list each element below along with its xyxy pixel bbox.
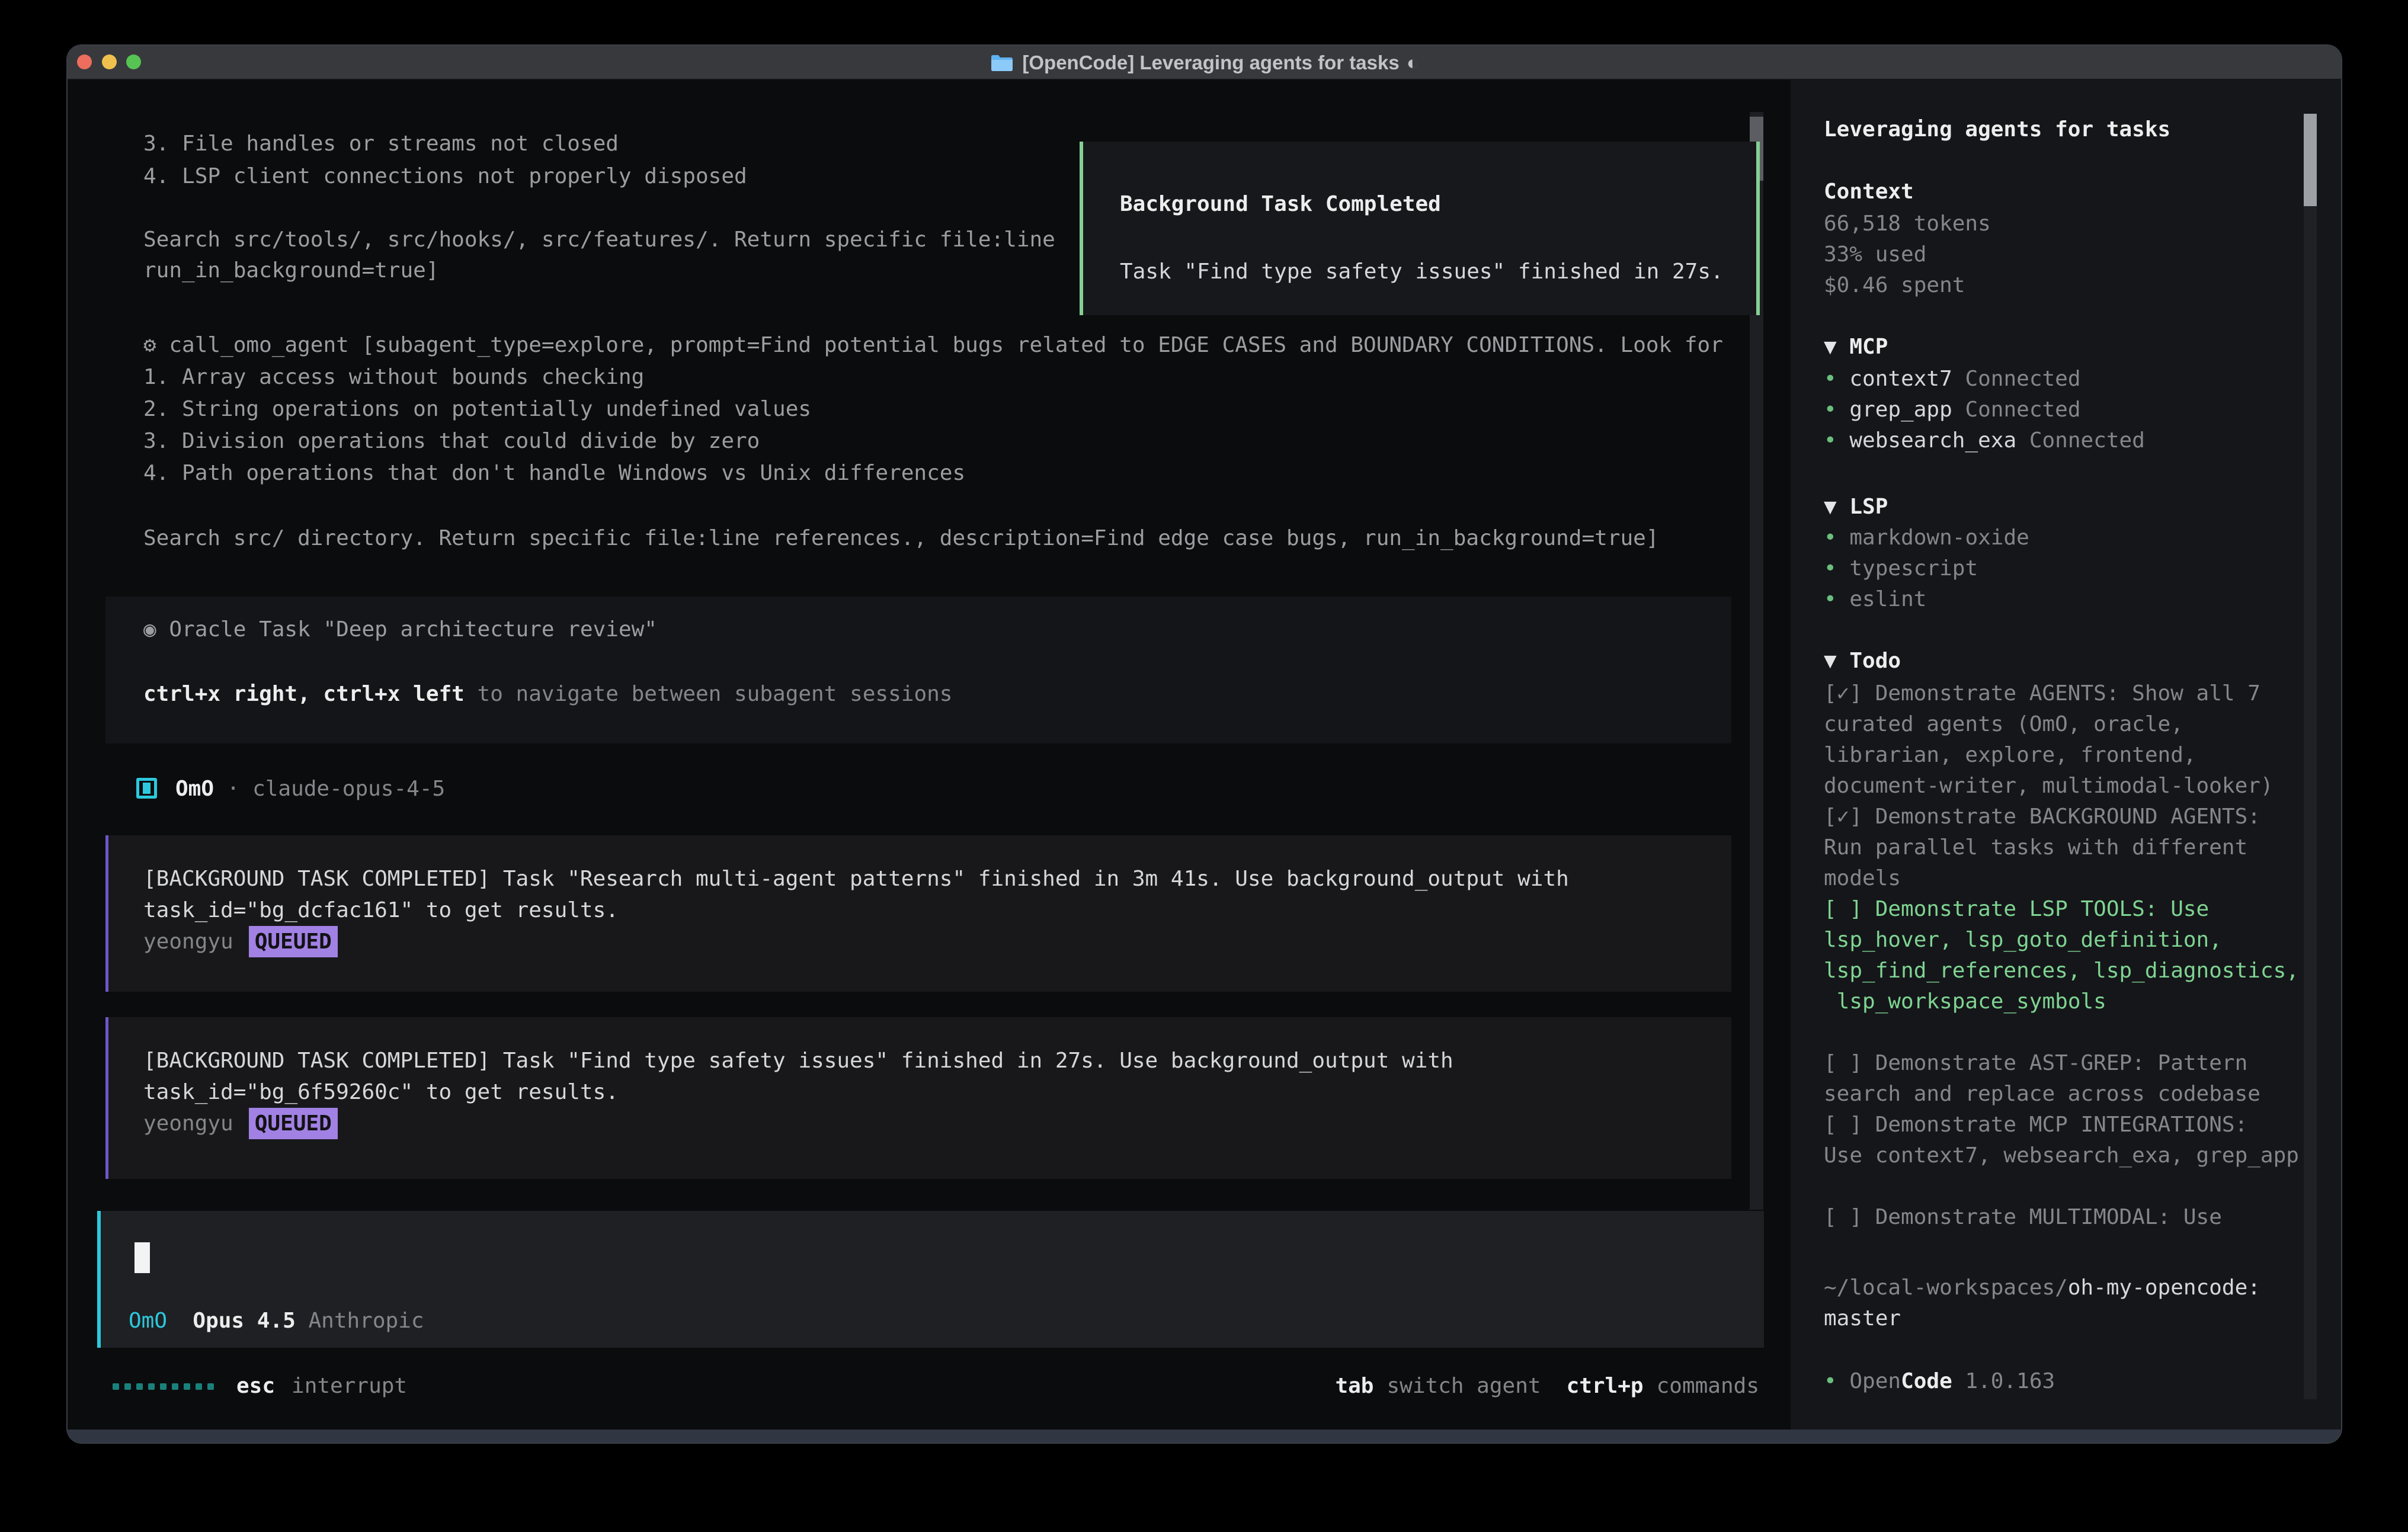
context-tokens: 66,518 tokens [1824,209,2316,239]
background-task-card: [BACKGROUND TASK COMPLETED] Task "Resear… [105,835,1731,992]
toast-notification: Background Task Completed Task "Find typ… [1080,142,1760,315]
mcp-item: • grep_app Connected [1824,395,2316,425]
half-moon-icon: ◐ [1407,52,1418,74]
session-title: Leveraging agents for tasks [1824,114,2316,145]
oracle-task-block: ◉ Oracle Task "Deep architecture review"… [105,597,1731,743]
lsp-item: • typescript [1824,553,2316,584]
agent-row[interactable]: OmO · claude-opus-4-5 [175,774,445,805]
terminal-line: Search src/tools/, src/hooks/, src/featu… [143,225,1055,255]
chevron-down-icon: ▼ [1824,649,1837,673]
bullet-icon: • [1824,587,1837,611]
card-text: [BACKGROUND TASK COMPLETED] Task "Find t… [143,1045,1696,1108]
todo-section-header[interactable]: ▼ Todo [1824,646,2316,677]
context-used: 33% used [1824,239,2316,270]
lsp-item: • markdown-oxide [1824,523,2316,553]
lsp-item: • eslint [1824,584,2316,615]
terminal-line: 2. String operations on potentially unde… [143,394,811,425]
window-title: [OpenCode] Leveraging agents for tasks [1022,52,1399,74]
gear-icon: ⚙ [143,333,156,357]
text-cursor [135,1242,150,1273]
terminal-line: 4. LSP client connections not properly d… [143,161,747,192]
input-model-row: OmO Opus 4.5 Anthropic [129,1306,424,1337]
context-header: Context [1824,177,2316,207]
oracle-task-title: ◉ Oracle Task "Deep architecture review" [143,614,657,645]
terminal-line: Search src/ directory. Return specific f… [143,523,1659,554]
status-badge: QUEUED [249,1108,338,1139]
mcp-section-header[interactable]: ▼ MCP [1824,332,2316,363]
bullet-icon: • [1824,1369,1837,1393]
shortcut-esc: escinterrupt [236,1371,407,1402]
bullet-icon: • [1824,556,1837,581]
status-badge: QUEUED [249,926,338,957]
toast-body: Task "Find type safety issues" finished … [1120,257,1724,287]
app-window: 3. File handles or streams not closed 4.… [66,44,2342,1444]
mcp-item: • context7 Connected [1824,364,2316,395]
background-task-card: [BACKGROUND TASK COMPLETED] Task "Find t… [105,1017,1731,1179]
terminal-line: 3. Division operations that could divide… [143,426,760,457]
chevron-down-icon: ▼ [1824,335,1837,359]
folder-icon [990,53,1014,72]
terminal-line: 3. File handles or streams not closed [143,129,619,159]
shortcut-right-group: tabswitch agentctrl+pcommands [1335,1371,1759,1402]
card-footer: yeongyuQUEUED [143,1108,1696,1139]
context-spent: $0.46 spent [1824,270,2316,301]
record-icon: ◉ [143,617,156,642]
terminal-line: run_in_background=true] [143,255,439,286]
titlebar[interactable]: [OpenCode] Leveraging agents for tasks ◐ [68,46,2341,80]
working-indicator [113,1383,214,1390]
todo-done-items: [✓] Demonstrate AGENTS: Show all 7 curat… [1824,678,2316,894]
card-text: [BACKGROUND TASK COMPLETED] Task "Resear… [143,863,1696,926]
oracle-task-hint: ctrl+x right, ctrl+x left to navigate be… [143,679,952,710]
todo-active-item: [ ] Demonstrate LSP TOOLS: Use lsp_hover… [1824,894,2316,1017]
bullet-icon: • [1824,428,1837,453]
mcp-item: • websearch_exa Connected [1824,425,2316,456]
chevron-down-icon: ▼ [1824,495,1837,519]
workspace-path: ~/local-workspaces/oh-my-opencode: maste… [1824,1273,2316,1334]
window-bottom-frame [68,1430,2341,1444]
agent-icon [136,778,157,799]
terminal-line: 1. Array access without bounds checking [143,362,644,393]
version-row: • OpenCode 1.0.163 [1824,1366,2316,1397]
bullet-icon: • [1824,367,1837,391]
bullet-icon: • [1824,525,1837,550]
terminal-line: 4. Path operations that don't handle Win… [143,458,965,489]
toast-title: Background Task Completed [1120,189,1441,220]
tool-call-line: ⚙ call_omo_agent [subagent_type=explore,… [143,330,1723,361]
bullet-icon: • [1824,398,1837,422]
todo-pending-items: [ ] Demonstrate AST-GREP: Pattern search… [1824,1048,2316,1233]
card-footer: yeongyuQUEUED [143,926,1696,957]
lsp-section-header[interactable]: ▼ LSP [1824,492,2316,523]
